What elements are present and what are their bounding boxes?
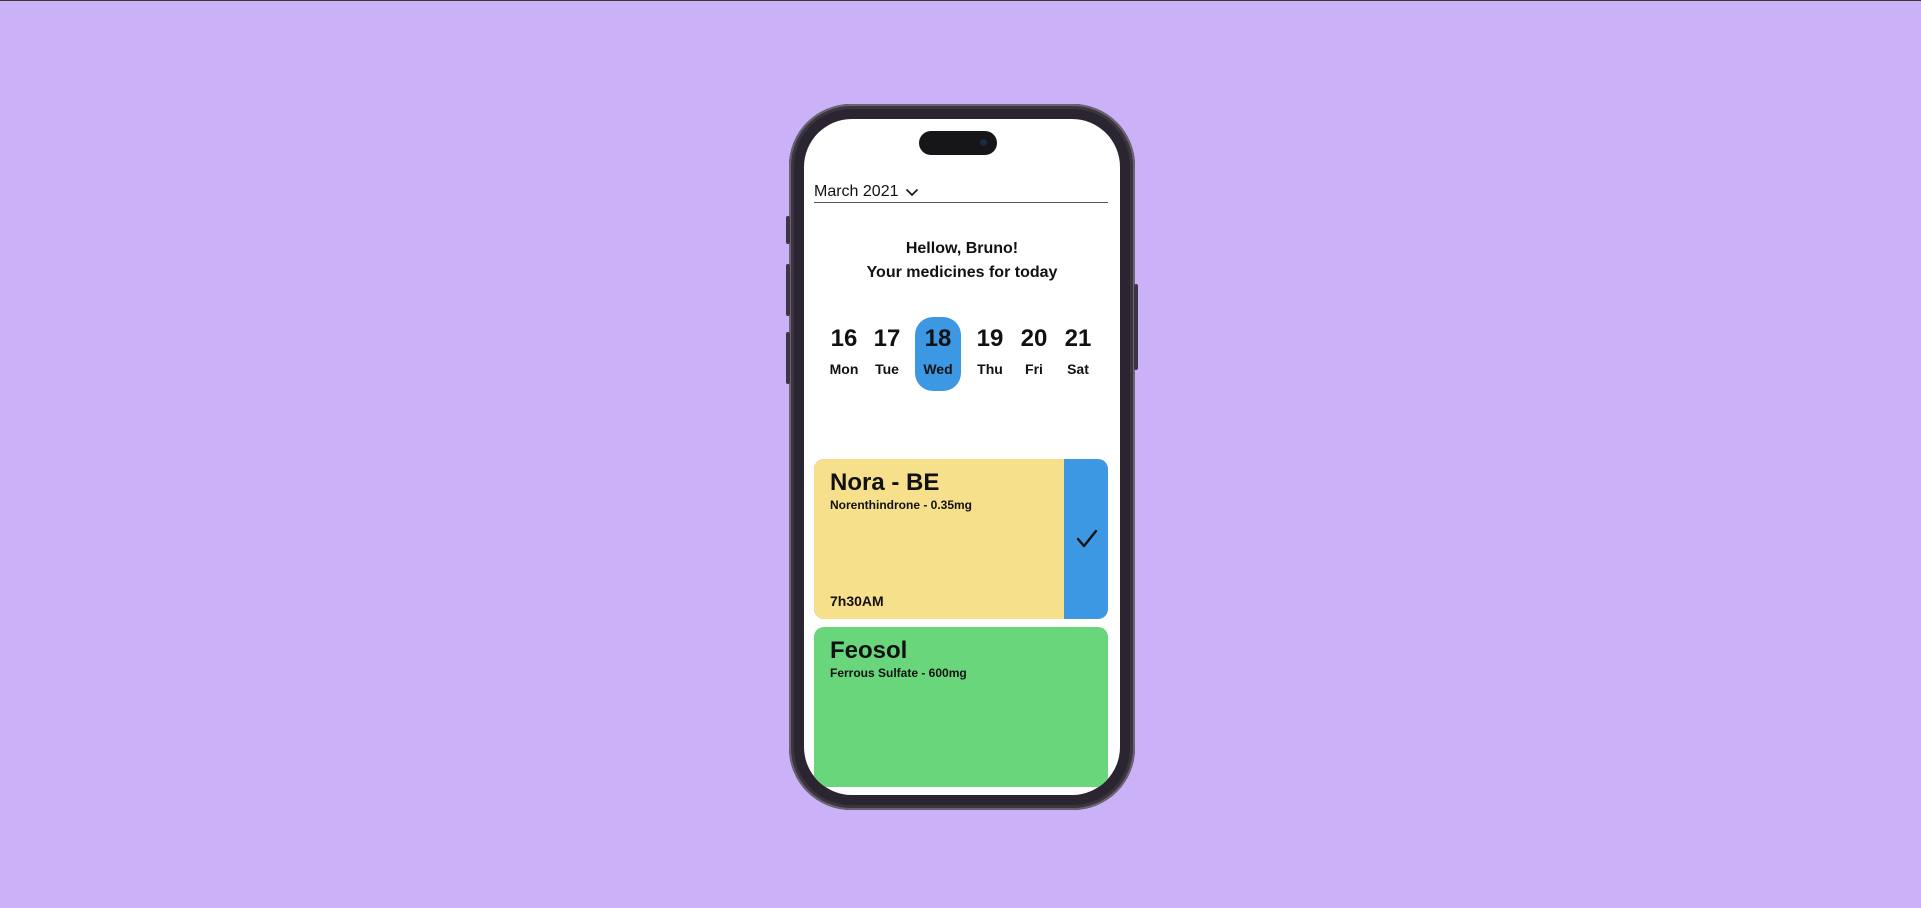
day-label: Fri	[1025, 361, 1043, 377]
day-number: 16	[830, 325, 858, 352]
phone-screen: March 2021 Hellow, Bruno! Your medicines…	[804, 119, 1120, 795]
day-number: 20	[1020, 325, 1048, 352]
medicine-card-content: Nora - BE Norenthindrone - 0.35mg 7h30AM	[814, 459, 1064, 619]
day-label: Sat	[1067, 361, 1089, 377]
month-select-value: March 2021	[814, 182, 899, 200]
day-number: 17	[873, 325, 901, 352]
day-label: Mon	[829, 361, 859, 377]
day-item-21[interactable]: 21 Sat	[1055, 317, 1101, 391]
day-number: 21	[1064, 325, 1092, 352]
day-label: Wed	[923, 361, 953, 377]
day-label: Tue	[875, 361, 899, 377]
day-number: 18	[924, 325, 952, 352]
day-item-17[interactable]: 17 Tue	[864, 317, 910, 391]
dynamic-island	[919, 131, 997, 155]
phone-frame: March 2021 Hellow, Bruno! Your medicines…	[786, 104, 1138, 810]
checkmark-icon[interactable]	[1076, 529, 1098, 549]
medicine-name: Feosol	[830, 637, 908, 664]
phone-power-button	[1134, 284, 1138, 370]
phone-volume-down-button	[786, 332, 790, 384]
week-day-picker: 16 Mon 17 Tue 18 Wed 19 Thu 20 Fri 21 Sa…	[821, 317, 1105, 391]
day-number: 19	[976, 325, 1004, 352]
medicine-card-feosol[interactable]: Feosol Ferrous Sulfate - 600mg	[814, 627, 1108, 787]
month-select[interactable]: March 2021	[814, 181, 1108, 203]
medicine-card-nora-be[interactable]: Nora - BE Norenthindrone - 0.35mg 7h30AM	[814, 459, 1108, 619]
medicine-time: 7h30AM	[830, 593, 884, 609]
phone-volume-up-button	[786, 264, 790, 316]
day-item-16[interactable]: 16 Mon	[821, 317, 867, 391]
day-item-19[interactable]: 19 Thu	[967, 317, 1013, 391]
medicine-dose: Norenthindrone - 0.35mg	[830, 498, 973, 512]
chevron-down-icon	[905, 188, 918, 196]
medicine-name: Nora - BE	[830, 469, 940, 496]
app-canvas: March 2021 Hellow, Bruno! Your medicines…	[0, 0, 1921, 908]
greeting-subtitle: Your medicines for today	[866, 264, 1058, 281]
greeting: Hellow, Bruno! Your medicines for today	[804, 237, 1120, 285]
medicine-dose: Ferrous Sulfate - 600mg	[830, 666, 967, 680]
day-item-18-selected[interactable]: 18 Wed	[915, 317, 961, 391]
day-item-20[interactable]: 20 Fri	[1011, 317, 1057, 391]
greeting-title: Hellow, Bruno!	[905, 240, 1019, 257]
phone-mute-switch	[786, 216, 790, 244]
day-label: Thu	[977, 361, 1003, 377]
camera-dot	[980, 139, 987, 146]
